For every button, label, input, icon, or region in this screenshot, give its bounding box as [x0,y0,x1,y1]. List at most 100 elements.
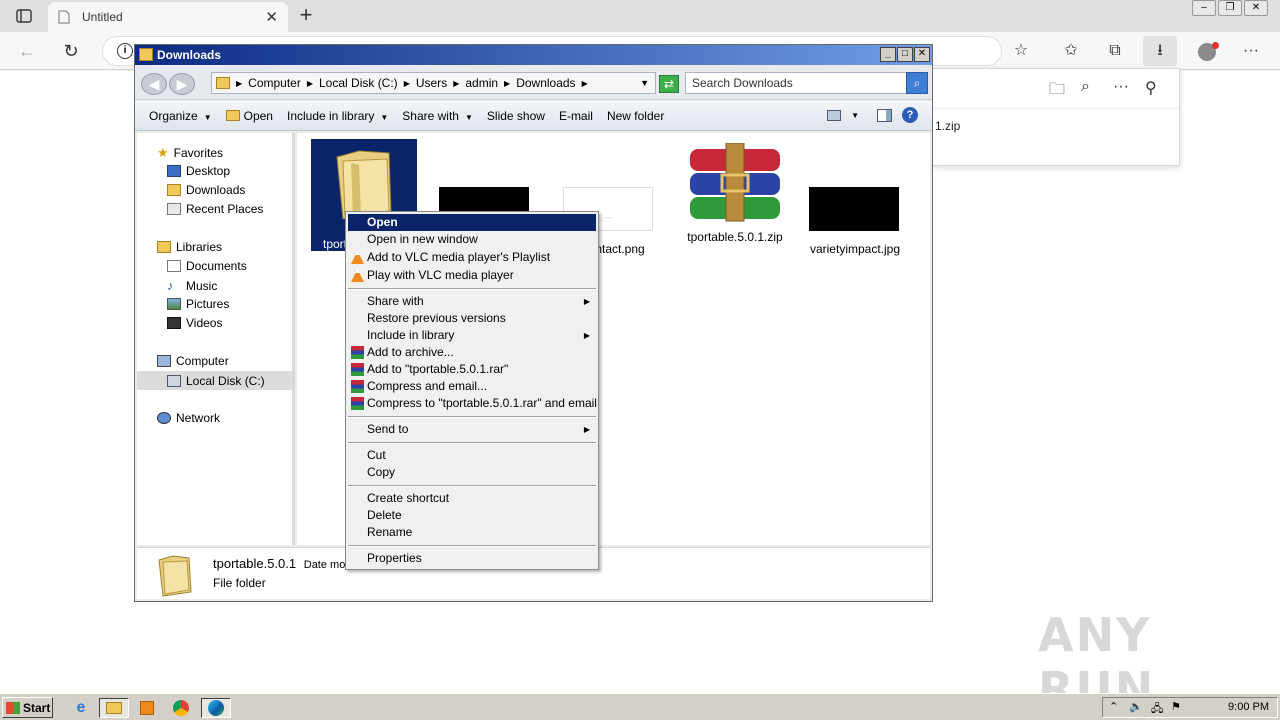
help-icon[interactable]: ? [902,107,918,123]
vlc-icon [351,251,364,264]
submenu-arrow-icon: ▶ [583,297,590,306]
profile-icon[interactable] [1196,40,1219,62]
search-icon[interactable]: ⌕ [906,72,928,94]
browser-tab[interactable]: Untitled ✕ [48,2,288,32]
add-favorite-icon[interactable]: ☆ [1010,40,1032,62]
menu-item-copy[interactable]: Copy [348,464,596,481]
breadcrumb-item[interactable]: Computer [248,76,301,90]
details-file-type: File folder [213,576,266,590]
search-icon[interactable]: ⌕ [1081,78,1090,96]
menu-item-share-with[interactable]: Share with ▶ [348,293,596,310]
refresh-button[interactable]: ⇄ [659,75,679,93]
network-icon [157,412,171,424]
breadcrumb-item[interactable]: Local Disk (C:) [319,76,398,90]
pin-icon[interactable]: ⚲ [1145,78,1157,98]
minimize-icon[interactable]: – [1192,0,1216,16]
back-icon[interactable]: ◀ [141,73,167,95]
nav-computer[interactable]: Computer [157,354,229,368]
nav-music[interactable]: ♪ Music [167,278,217,293]
breadcrumb-item[interactable]: Downloads [516,76,575,90]
menu-item-properties[interactable]: Properties [348,550,596,567]
menu-item-rename[interactable]: Rename [348,524,596,541]
menu-item-include-library[interactable]: Include in library ▶ [348,327,596,344]
drive-icon [167,374,181,387]
restore-icon[interactable]: ❐ [1218,0,1242,16]
site-info-icon[interactable]: i [117,43,133,59]
refresh-icon[interactable]: ↻ [60,40,82,62]
nav-videos[interactable]: Videos [167,316,222,330]
open-folder-icon[interactable]: 🗀 [1049,78,1065,105]
breadcrumb[interactable]: ▶ Computer ▶ Local Disk (C:) ▶ Users ▶ a… [211,72,656,94]
maximize-button[interactable]: □ [897,47,913,62]
downloads-icon[interactable]: ⭳ [1143,36,1177,66]
breadcrumb-dropdown-icon[interactable]: ▼ [640,78,649,88]
system-tray: ⌃ 🔈 🖧 ⚑ 9:00 PM [1102,697,1278,718]
nav-desktop[interactable]: Desktop [167,164,230,178]
include-in-library-button[interactable]: Include in library ▼ [280,109,395,123]
more-icon[interactable]: ··· [1240,40,1262,62]
back-icon[interactable]: ← [16,40,38,62]
new-tab-icon[interactable]: + [294,4,318,28]
view-dropdown-icon[interactable]: ▼ [851,111,859,120]
chrome-icon[interactable] [170,698,192,718]
menu-item-restore-versions[interactable]: Restore previous versions [348,310,596,327]
menu-item-vlc-playlist[interactable]: Add to VLC media player's Playlist [348,249,596,266]
tab-close-icon[interactable]: ✕ [265,8,278,26]
open-button[interactable]: Open [219,109,280,123]
menu-item-open[interactable]: Open [348,214,596,231]
download-item-name[interactable]: 1.zip [935,119,960,133]
nav-documents[interactable]: Documents [167,259,247,273]
nav-pictures[interactable]: Pictures [167,297,229,311]
file-item-image[interactable]: varietyimpact.jpg [805,187,905,256]
menu-item-add-rar[interactable]: Add to "tportable.5.0.1.rar" [348,361,596,378]
nav-recent-places[interactable]: Recent Places [167,202,263,216]
nav-local-disk[interactable]: Local Disk (C:) [137,371,292,390]
menu-item-cut[interactable]: Cut [348,447,596,464]
title-bar[interactable]: Downloads _ □ ✕ [135,45,932,65]
menu-item-create-shortcut[interactable]: Create shortcut [348,490,596,507]
explorer-taskbar-icon[interactable] [99,698,129,718]
collections-icon[interactable]: ⧉ [1104,40,1126,62]
address-row: ◀ ▶ ▶ Computer ▶ Local Disk (C:) ▶ Users… [135,66,932,100]
slide-show-button[interactable]: Slide show [480,109,552,123]
preview-pane-icon[interactable] [877,108,892,122]
menu-item-compress-rar-email[interactable]: Compress to "tportable.5.0.1.rar" and em… [348,395,597,412]
tab-actions-icon[interactable] [10,6,38,26]
nav-downloads[interactable]: Downloads [167,183,245,197]
search-input[interactable]: Search Downloads [685,72,907,94]
menu-item-add-archive[interactable]: Add to archive... [348,344,596,361]
breadcrumb-item[interactable]: admin [465,76,498,90]
change-view-icon[interactable] [827,109,842,121]
organize-button[interactable]: Organize ▼ [135,109,219,123]
favorites-icon[interactable]: ✩ [1060,40,1082,62]
breadcrumb-item[interactable]: Users [416,76,447,90]
computer-icon [157,355,171,367]
share-with-button[interactable]: Share with ▼ [395,109,480,123]
clock[interactable]: 9:00 PM [1228,701,1269,713]
menu-item-send-to[interactable]: Send to ▶ [348,421,596,438]
forward-icon[interactable]: ▶ [169,73,195,95]
menu-item-vlc-play[interactable]: Play with VLC media player [348,267,596,284]
tray-expand-icon[interactable]: ⌃ [1109,700,1118,713]
email-button[interactable]: E-mail [552,109,600,123]
star-icon: ★ [157,145,169,160]
menu-item-delete[interactable]: Delete [348,507,596,524]
flag-icon[interactable]: ⚑ [1171,700,1181,713]
file-item-zip[interactable]: tportable.5.0.1.zip [675,142,795,244]
new-folder-button[interactable]: New folder [600,109,671,123]
edge-icon[interactable] [201,698,231,718]
media-player-icon[interactable] [136,698,158,718]
menu-item-compress-email[interactable]: Compress and email... [348,378,596,395]
nav-favorites[interactable]: ★ Favorites [157,145,223,161]
close-icon[interactable]: ✕ [1244,0,1268,16]
close-button[interactable]: ✕ [914,47,930,62]
minimize-button[interactable]: _ [880,47,896,62]
network-tray-icon[interactable]: 🖧 [1151,700,1163,719]
start-button[interactable]: Start [2,697,53,718]
menu-item-open-new-window[interactable]: Open in new window [348,231,596,248]
nav-libraries[interactable]: Libraries [157,240,222,254]
internet-explorer-icon[interactable]: e [70,698,92,718]
more-options-icon[interactable]: ··· [1113,78,1129,96]
nav-network[interactable]: Network [157,411,220,425]
volume-icon[interactable]: 🔈 [1129,700,1143,713]
